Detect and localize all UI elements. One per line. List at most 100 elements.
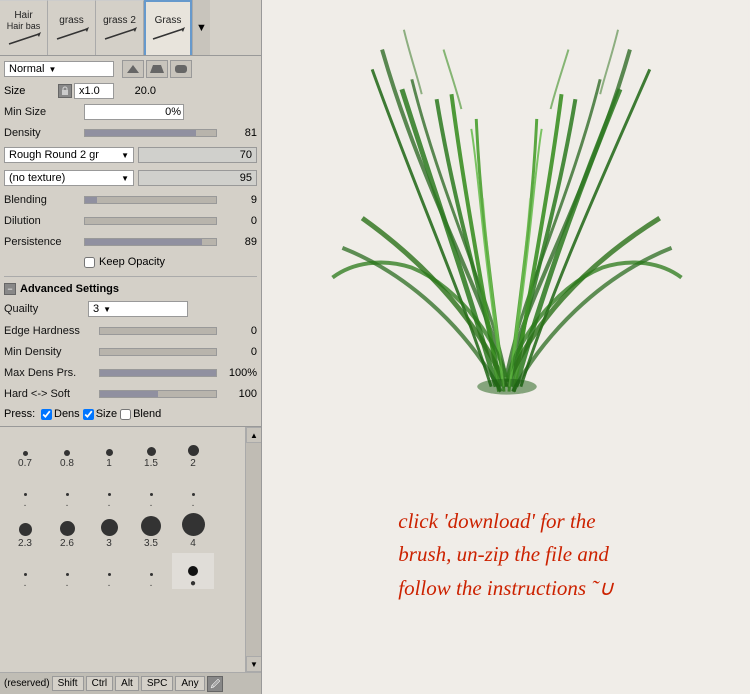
size-lock-btn[interactable] (58, 84, 72, 98)
advanced-settings-header: − Advanced Settings (4, 283, 257, 295)
keep-opacity-label: Keep Opacity (99, 256, 165, 268)
pencil-icon[interactable] (207, 676, 223, 692)
press-dens-checkbox[interactable] (41, 409, 52, 420)
dot-sep-r4-1: . (4, 553, 46, 589)
min-density-slider[interactable] (99, 348, 217, 356)
rough-round-row: Rough Round 2 gr ▼ 70 (4, 145, 257, 165)
rough-round-dropdown[interactable]: Rough Round 2 gr ▼ (4, 147, 134, 163)
min-density-label: Min Density (4, 346, 99, 358)
any-btn[interactable]: Any (175, 676, 204, 691)
divider-1 (4, 276, 257, 277)
ctrl-btn[interactable]: Ctrl (86, 676, 114, 691)
size-value: 20.0 (116, 85, 156, 97)
size-row: Size x1.0 20.0 (4, 82, 257, 100)
dot-cell-3-5[interactable]: 3.5 (130, 513, 172, 549)
hard-soft-row: Hard <-> Soft 100 (4, 385, 257, 403)
dot-sep-2: . (46, 473, 88, 509)
density-slider[interactable] (84, 129, 217, 137)
press-size-item: Size (83, 408, 117, 420)
dot-sep-1: . (4, 473, 46, 509)
press-label: Press: (4, 408, 38, 420)
tab-hair-icon (7, 31, 41, 47)
dot-sep-r4-2: . (46, 553, 88, 589)
alt-btn[interactable]: Alt (115, 676, 139, 691)
blending-label: Blending (4, 194, 84, 206)
dilution-value: 0 (219, 215, 257, 227)
dot-cell-0-8[interactable]: 0.8 (46, 433, 88, 469)
dot-selected[interactable]: ● (172, 553, 214, 589)
press-dens-label: Dens (54, 408, 80, 420)
press-size-label: Size (96, 408, 117, 420)
shift-btn[interactable]: Shift (52, 676, 84, 691)
dilution-slider[interactable] (84, 217, 217, 225)
size-multiplier-field[interactable]: x1.0 (74, 83, 114, 99)
press-blend-checkbox[interactable] (120, 409, 131, 420)
dots-grid: 0.7 0.8 1 1.5 2 . (0, 427, 261, 595)
dot-cell-3[interactable]: 3 (88, 513, 130, 549)
adv-collapse-btn[interactable]: − (4, 283, 16, 295)
controls-panel: Normal ▼ Size x1.0 (0, 56, 261, 426)
max-dens-prs-row: Max Dens Prs. 100% (4, 364, 257, 382)
grass-illustration (262, 0, 750, 416)
dots-scrollbar: ▲ ▼ (245, 427, 261, 672)
density-label: Density (4, 127, 84, 139)
press-blend-label: Blend (133, 408, 161, 420)
tab-grass2[interactable]: grass 2 (96, 0, 144, 55)
spc-btn[interactable]: SPC (141, 676, 174, 691)
rough-round-value: 70 (138, 147, 257, 163)
press-blend-item: Blend (120, 408, 161, 420)
min-density-row: Min Density 0 (4, 343, 257, 361)
keep-opacity-checkbox[interactable] (84, 257, 95, 268)
dot-cell-2-3[interactable]: 2.3 (4, 513, 46, 549)
min-size-row: Min Size 0% (4, 103, 257, 121)
edge-hardness-slider[interactable] (99, 327, 217, 335)
quality-row: Quailty 3 ▼ (4, 299, 257, 319)
tab-grass-active-icon (151, 26, 185, 42)
handwritten-text: click 'download' for the brush, un-zip t… (398, 505, 613, 606)
edge-hardness-value: 0 (219, 325, 257, 337)
bottom-bar: (reserved) Shift Ctrl Alt SPC Any (0, 672, 261, 694)
no-texture-arrow: ▼ (121, 174, 129, 183)
brush-dots-area: ▲ ▼ 0.7 0.8 1 1.5 2 (0, 426, 261, 672)
max-dens-prs-label: Max Dens Prs. (4, 367, 99, 379)
scroll-up-btn[interactable]: ▲ (246, 427, 261, 443)
dot-cell-4[interactable]: 4 (172, 513, 214, 549)
tabs-scroll-arrow[interactable]: ▼ (192, 0, 210, 56)
hard-soft-value: 100 (219, 388, 257, 400)
persistence-row: Persistence 89 (4, 233, 257, 251)
dot-sep-5: . (172, 473, 214, 509)
tab-grass-active[interactable]: Grass (144, 0, 192, 55)
tab-hair[interactable]: Hair Hair bas (0, 0, 48, 55)
dot-cell-2[interactable]: 2 (172, 433, 214, 469)
hard-soft-label: Hard <-> Soft (4, 388, 99, 400)
density-row: Density 81 (4, 124, 257, 142)
dot-cell-2-6[interactable]: 2.6 (46, 513, 88, 549)
quality-dropdown[interactable]: 3 ▼ (88, 301, 188, 317)
max-dens-prs-slider[interactable] (99, 369, 217, 377)
dot-cell-1[interactable]: 1 (88, 433, 130, 469)
dot-cell-0-7[interactable]: 0.7 (4, 433, 46, 469)
hard-soft-slider[interactable] (99, 390, 217, 398)
min-size-value[interactable]: 0% (84, 104, 184, 120)
edge-hardness-row: Edge Hardness 0 (4, 322, 257, 340)
press-size-checkbox[interactable] (83, 409, 94, 420)
no-texture-row: (no texture) ▼ 95 (4, 168, 257, 188)
adv-label: Advanced Settings (20, 283, 119, 295)
size-label: Size (4, 85, 56, 97)
no-texture-dropdown[interactable]: (no texture) ▼ (4, 170, 134, 186)
shape-btn-1[interactable] (122, 60, 144, 78)
persistence-slider[interactable] (84, 238, 217, 246)
brush-tabs: Hair Hair bas grass grass 2 (0, 0, 261, 56)
tab-grass[interactable]: grass (48, 0, 96, 55)
mode-dropdown-arrow: ▼ (48, 65, 56, 74)
handwritten-area: click 'download' for the brush, un-zip t… (262, 416, 750, 694)
persistence-label: Persistence (4, 236, 84, 248)
dilution-label: Dilution (4, 215, 84, 227)
mode-dropdown[interactable]: Normal ▼ (4, 61, 114, 77)
blending-slider[interactable] (84, 196, 217, 204)
scroll-down-btn[interactable]: ▼ (246, 656, 261, 672)
dot-cell-1-5[interactable]: 1.5 (130, 433, 172, 469)
shape-btn-3[interactable] (170, 60, 192, 78)
shape-btn-2[interactable] (146, 60, 168, 78)
left-panel: Hair Hair bas grass grass 2 (0, 0, 262, 694)
